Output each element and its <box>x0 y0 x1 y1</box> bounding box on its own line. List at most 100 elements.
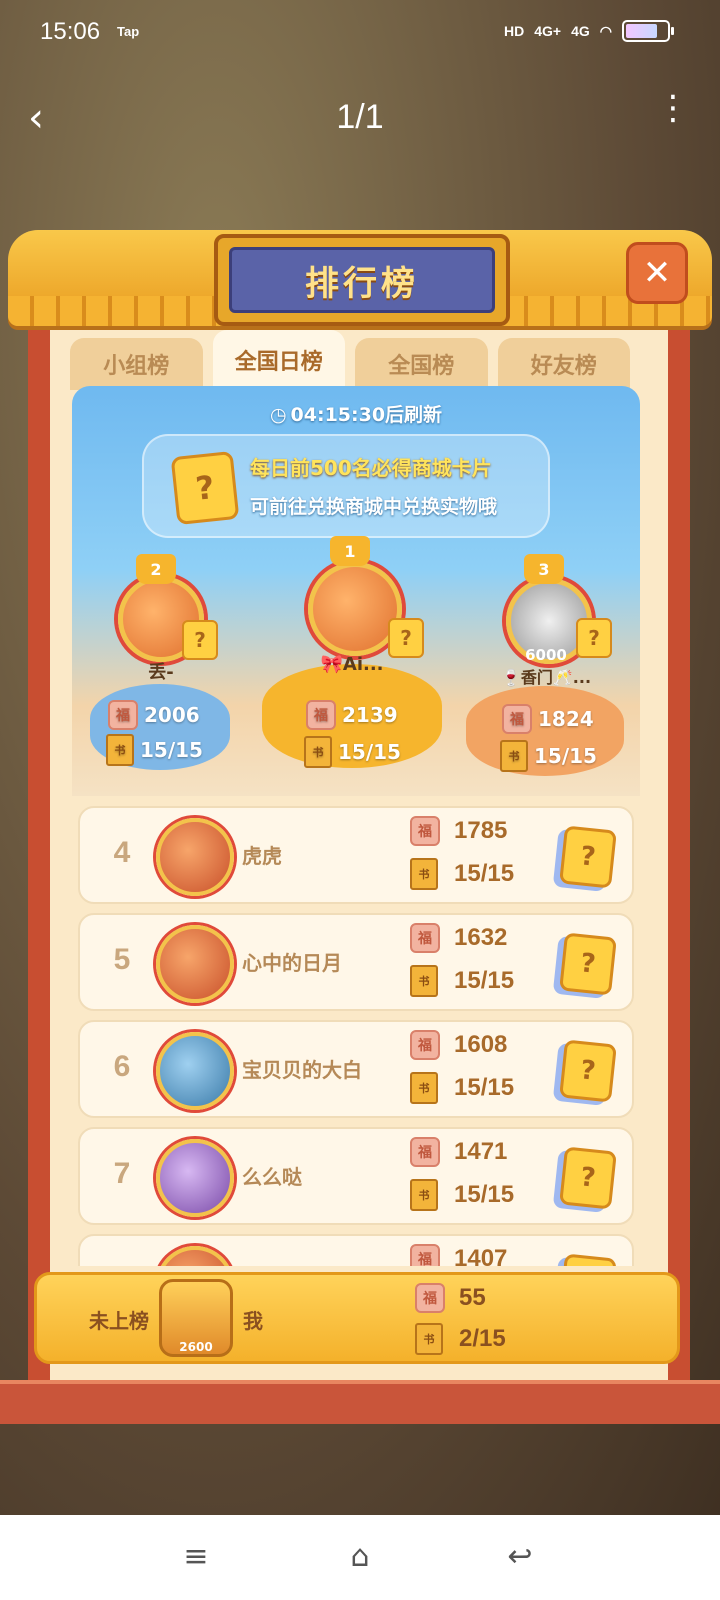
top-bar: ‹ 1/1 ⋮ <box>0 80 720 160</box>
banner-headline: 每日前500名必得商城卡片 <box>250 456 492 480</box>
player-progress: 书 15/15 <box>410 965 514 997</box>
player-score: 福 1824 <box>502 704 594 734</box>
tab-bar: 小组榜 全国日榜 全国榜 好友榜 <box>70 330 630 390</box>
my-progress: 书 2/15 <box>415 1323 506 1355</box>
wifi-icon: ◠ <box>599 22 612 39</box>
my-avatar: 2600 <box>159 1279 233 1357</box>
coin-icon: 福 <box>410 1137 440 1167</box>
coin-icon: 福 <box>108 700 138 730</box>
ranking-row[interactable]: 7 么么哒 福 1471 书 15/15 ? <box>78 1127 634 1225</box>
player-name: 虎虎 <box>242 844 282 868</box>
close-button[interactable]: ✕ <box>626 242 688 304</box>
my-rank-status: 未上榜 <box>89 1309 149 1333</box>
my-name: 我 <box>243 1309 263 1333</box>
more-options-button[interactable]: ⋮ <box>656 91 690 142</box>
rank-crown: 1 <box>330 536 370 566</box>
tab-national-daily[interactable]: 全国日榜 <box>212 330 345 390</box>
player-avatar <box>156 1139 234 1217</box>
clock-icon: ◷ <box>269 404 287 426</box>
page-counter: 1/1 <box>336 98 384 136</box>
player-name: 心中的日月 <box>242 951 342 975</box>
tab-national[interactable]: 全国榜 <box>355 338 488 390</box>
coin-icon: 福 <box>306 700 336 730</box>
back-icon[interactable]: ↩ <box>500 1539 540 1575</box>
player-badge: 6000 <box>525 646 567 664</box>
rank-crown: 2 <box>136 554 176 584</box>
mystery-card-icon: ? <box>170 450 240 526</box>
mystery-card-icon[interactable]: ? <box>559 1039 617 1103</box>
book-icon: 书 <box>106 734 134 766</box>
my-rank-bar[interactable]: 未上榜 2600 我 福 55 书 2/15 <box>34 1272 680 1364</box>
mystery-card-icon[interactable]: ? <box>559 1253 617 1266</box>
signal-4g-plus-icon: 4G+ <box>534 23 562 39</box>
player-name: 宝贝贝的大白 <box>242 1058 362 1082</box>
board-base <box>0 1380 720 1424</box>
ranking-list[interactable]: 4 虎虎 福 1785 书 15/15 ? 5 心中的日月 福 1632 书 15/15… <box>78 806 634 1266</box>
coin-icon: 福 <box>410 816 440 846</box>
book-icon: 书 <box>410 965 438 997</box>
tab-friends[interactable]: 好友榜 <box>497 338 630 390</box>
mystery-card-icon: ? <box>388 618 424 658</box>
coin-icon: 福 <box>502 704 532 734</box>
status-bar: 15:06 Tap HD 4G+ 4G ◠ <box>0 0 720 66</box>
player-score: 福 1608 <box>410 1030 507 1060</box>
player-name: 🍷香门🥂... <box>500 668 592 687</box>
podium-rank-2[interactable]: 2 ? 丢- 福 2006 书 15/15 <box>86 554 236 784</box>
rank-number: 7 <box>113 1157 131 1190</box>
ranking-row[interactable]: 8 晨光 福1407 ? <box>78 1234 634 1266</box>
my-avatar-badge: 2600 <box>179 1340 213 1354</box>
banner-subtext: 可前往兑换商城中兑换实物哦 <box>250 496 498 518</box>
player-progress: 书 15/15 <box>500 740 597 772</box>
home-icon[interactable]: ⌂ <box>340 1539 380 1575</box>
status-icons: HD 4G+ 4G ◠ <box>504 20 674 42</box>
refresh-text: 04:15:30后刷新 <box>290 404 443 426</box>
rank-number: 8 <box>102 1264 142 1266</box>
book-icon: 书 <box>500 740 528 772</box>
system-nav-bar: ≡ ⌂ ↩ <box>0 1515 720 1600</box>
mystery-card-icon[interactable]: ? <box>559 825 617 889</box>
player-name: 么么哒 <box>242 1165 302 1189</box>
player-progress: 书 15/15 <box>410 1072 514 1104</box>
player-score: 福 2006 <box>108 700 200 730</box>
tab-group[interactable]: 小组榜 <box>70 338 203 390</box>
rank-crown: 3 <box>524 554 564 584</box>
status-time: 15:06 <box>40 18 101 45</box>
player-score: 福 1471 <box>410 1137 507 1167</box>
player-score: 福 2139 <box>306 700 398 730</box>
book-icon: 书 <box>304 736 332 768</box>
coin-icon: 福 <box>410 923 440 953</box>
mystery-card-icon[interactable]: ? <box>559 932 617 996</box>
book-icon: 书 <box>410 1072 438 1104</box>
leaderboard-title: 排行榜 <box>229 247 495 313</box>
mystery-card-icon[interactable]: ? <box>559 1146 617 1210</box>
player-avatar <box>156 1032 234 1110</box>
hd-icon: HD <box>504 23 525 39</box>
book-icon: 书 <box>410 858 438 890</box>
player-progress: 书 15/15 <box>106 734 203 766</box>
coin-icon: 福 <box>415 1283 445 1313</box>
refresh-timer: ◷ 04:15:30后刷新 <box>72 400 640 427</box>
player-name: 丢- <box>148 662 174 683</box>
player-score: 福 1632 <box>410 923 507 953</box>
player-score: 福 1407 <box>410 1244 507 1266</box>
book-icon: 书 <box>415 1323 443 1355</box>
signal-4g-icon: 4G <box>571 23 590 39</box>
player-avatar <box>156 818 234 896</box>
rank-number: 4 <box>113 836 131 869</box>
podium-rank-3[interactable]: 3 ? 6000 🍷香门🥂... 福 1824 书 15/15 <box>466 554 626 786</box>
menu-icon[interactable]: ≡ <box>176 1539 216 1575</box>
coin-icon: 福 <box>410 1030 440 1060</box>
rank-number: 6 <box>113 1050 131 1083</box>
status-tap-label: Tap <box>117 24 140 39</box>
ranking-row[interactable]: 6 宝贝贝的大白 福 1608 书 15/15 ? <box>78 1020 634 1118</box>
ranking-row[interactable]: 5 心中的日月 福 1632 书 15/15 ? <box>78 913 634 1011</box>
mystery-card-icon: ? <box>182 620 218 660</box>
ranking-row[interactable]: 4 虎虎 福 1785 书 15/15 ? <box>78 806 634 904</box>
player-progress: 书 15/15 <box>410 858 514 890</box>
player-avatar <box>156 925 234 1003</box>
reward-banner: ? 每日前500名必得商城卡片 可前往兑换商城中兑换实物哦 <box>142 434 550 538</box>
coin-icon: 福 <box>410 1244 440 1266</box>
title-plaque: 排行榜 <box>214 234 510 326</box>
battery-icon <box>622 20 674 42</box>
podium-rank-1[interactable]: 1 ? 🎀Ai... 福 2139 书 15/15 <box>262 536 442 786</box>
